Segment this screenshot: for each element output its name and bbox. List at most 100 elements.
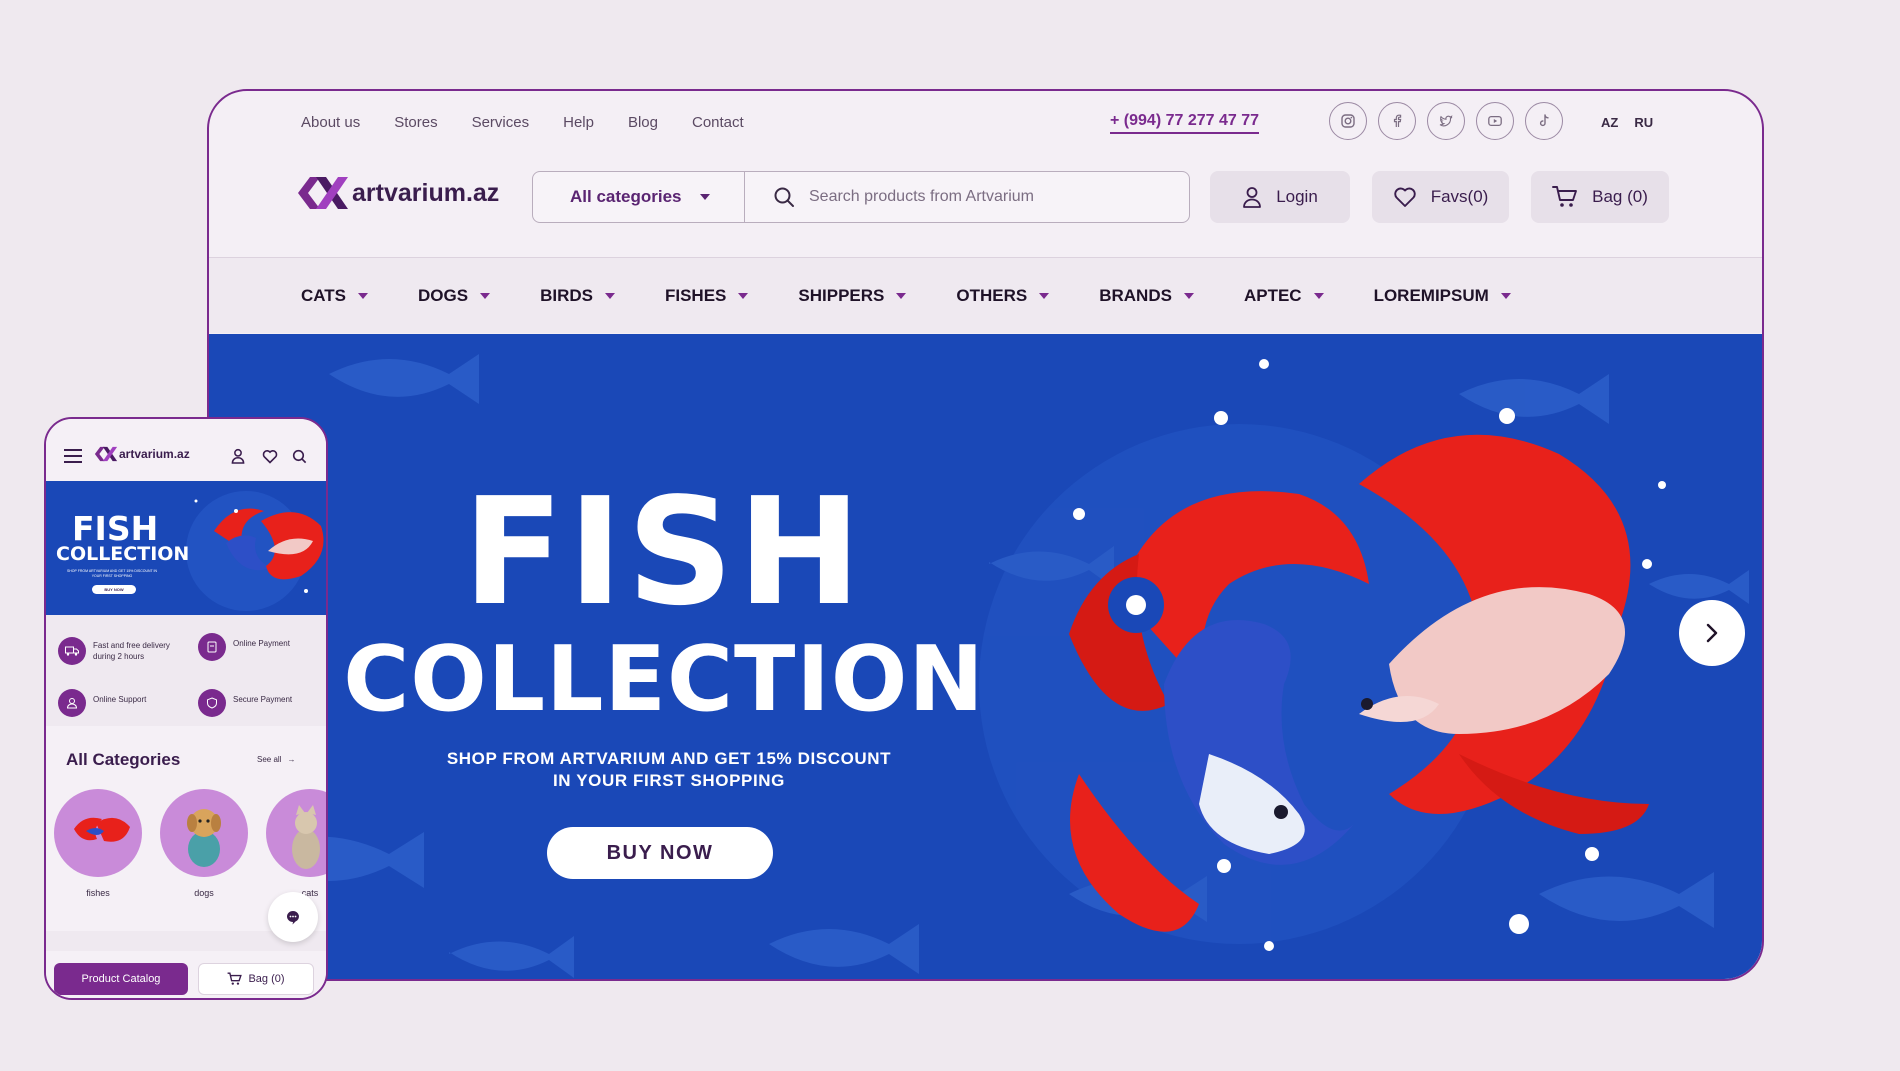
cat-image <box>292 805 320 869</box>
nav-label: BIRDS <box>540 285 593 305</box>
nav-label: BRANDS <box>1099 285 1172 305</box>
nav-label: DOGS <box>418 285 469 305</box>
nav-label: OTHERS <box>956 285 1028 305</box>
lang-ru[interactable]: RU <box>1634 115 1653 130</box>
category-card-fishes[interactable] <box>54 789 142 877</box>
mobile-footer-bar: Product Catalog Bag (0) <box>46 951 326 998</box>
chevron-down-icon <box>480 292 491 299</box>
heart-icon[interactable] <box>262 449 278 464</box>
menu-icon[interactable] <box>64 449 82 463</box>
fish-image <box>74 817 130 842</box>
see-all-label: See all <box>257 755 282 764</box>
mobile-hero-subtitle: SHOP FROM ARTVARIUM AND GET 15% DISCOUNT… <box>66 569 158 578</box>
phone-link[interactable]: + (994) 77 277 47 77 <box>1110 112 1260 134</box>
chevron-down-icon <box>604 292 615 299</box>
nav-label: FISHES <box>664 285 727 305</box>
top-link-contact[interactable]: Contact <box>692 114 744 131</box>
category-label-fishes: fishes <box>86 888 110 898</box>
desktop-frame: About us Stores Services Help Blog Conta… <box>207 89 1764 981</box>
mobile-buy-now-button[interactable]: BUY NOW <box>92 585 136 594</box>
top-link-blog[interactable]: Blog <box>628 114 658 131</box>
top-link-services[interactable]: Services <box>472 114 530 131</box>
category-card-cats[interactable] <box>266 789 326 877</box>
logo[interactable]: artvarium.az <box>296 173 499 213</box>
hero-subtitle-line2: IN YOUR FIRST SHOPPING <box>552 771 786 790</box>
cart-icon <box>228 972 243 985</box>
mobile-frame: artvarium.az FISH COLLECTION SHOP FROM A… <box>44 417 328 1000</box>
carousel-next-button[interactable] <box>1679 600 1745 666</box>
hero-title-line2: COLLECTION <box>343 626 985 732</box>
hero-banner: FISH COLLECTION SHOP FROM ARTVARIUM AND … <box>209 334 1762 979</box>
see-all-link[interactable]: See all → <box>257 755 295 764</box>
nav-item-birds[interactable]: BIRDS <box>540 286 615 306</box>
bag-button[interactable]: Bag (0) <box>1531 171 1669 223</box>
category-label-dogs: dogs <box>194 888 214 898</box>
nav-label: SHIPPERS <box>798 285 885 305</box>
logo-mark-icon <box>298 177 348 209</box>
hero-title: FISH COLLECTION <box>339 478 989 732</box>
shield-icon <box>198 689 226 717</box>
search-bar: All categories <box>532 171 1190 223</box>
buy-now-button[interactable]: BUY NOW <box>547 827 773 879</box>
nav-item-aptec[interactable]: APTEC <box>1244 286 1324 306</box>
arrow-right-icon: → <box>287 755 296 764</box>
facebook-icon[interactable] <box>1378 102 1416 140</box>
chevron-down-icon <box>1039 292 1050 299</box>
category-card-dogs[interactable] <box>160 789 248 877</box>
chevron-down-icon <box>1500 292 1511 299</box>
language-switcher: AZ RU <box>1601 115 1653 130</box>
nav-item-cats[interactable]: CATS <box>301 286 369 306</box>
section-title: All Categories <box>66 750 181 769</box>
top-link-stores[interactable]: Stores <box>394 114 437 131</box>
chevron-down-icon <box>1183 292 1194 299</box>
top-links: About us Stores Services Help Blog Conta… <box>301 114 744 131</box>
chevron-down-icon <box>699 194 710 200</box>
login-label: Login <box>1276 187 1318 206</box>
category-select-label: All categories <box>570 187 682 206</box>
mobile-hero-banner[interactable]: FISH COLLECTION SHOP FROM ARTVARIUM AND … <box>46 481 326 615</box>
category-select[interactable]: All categories <box>533 172 745 222</box>
mobile-logo[interactable]: artvarium.az <box>94 445 190 463</box>
top-link-help[interactable]: Help <box>563 114 594 131</box>
category-nav: CATS DOGS BIRDS FISHES SHIPPERS OTHERS B… <box>209 257 1762 333</box>
mobile-hero-title-line2: COLLECTION <box>56 543 190 565</box>
social-links <box>1329 102 1563 140</box>
nav-item-others[interactable]: OTHERS <box>956 285 1050 306</box>
product-catalog-button[interactable]: Product Catalog <box>54 963 188 995</box>
truck-icon <box>58 637 86 665</box>
nav-item-brands[interactable]: BRANDS <box>1099 286 1194 306</box>
main-header: artvarium.az All categories Login Favs(0… <box>209 161 1762 227</box>
lang-az[interactable]: AZ <box>1601 115 1618 130</box>
top-link-about[interactable]: About us <box>301 114 360 131</box>
hero-subtitle: SHOP FROM ARTVARIUM AND GET 15% DISCOUNT… <box>389 748 949 792</box>
chat-icon <box>287 911 300 925</box>
dog-image <box>187 809 221 867</box>
search-field <box>745 172 1189 222</box>
chevron-down-icon <box>738 292 749 299</box>
search-icon[interactable] <box>292 449 307 464</box>
twitter-icon[interactable] <box>1427 102 1465 140</box>
feature-label: Fast and free delivery during 2 hours <box>93 641 170 661</box>
search-icon <box>774 187 794 207</box>
nav-item-loremipsum[interactable]: LOREMIPSUM <box>1374 286 1511 306</box>
tiktok-icon[interactable] <box>1525 102 1563 140</box>
chat-button[interactable] <box>268 892 318 942</box>
favs-button[interactable]: Favs(0) <box>1372 171 1509 223</box>
favs-label: Favs(0) <box>1430 187 1489 206</box>
nav-label: APTEC <box>1243 285 1302 305</box>
user-icon[interactable] <box>231 448 245 464</box>
nav-item-shippers[interactable]: SHIPPERS <box>798 285 907 306</box>
youtube-icon[interactable] <box>1476 102 1514 140</box>
chevron-down-icon <box>896 292 907 299</box>
nav-item-fishes[interactable]: FISHES <box>664 285 749 306</box>
instagram-icon[interactable] <box>1329 102 1367 140</box>
feature-online-support: Online Support <box>58 689 178 717</box>
search-input[interactable] <box>809 188 1139 206</box>
chevron-down-icon <box>1313 292 1324 299</box>
logo-text: artvarium.az <box>352 178 500 207</box>
nav-item-dogs[interactable]: DOGS <box>418 285 491 306</box>
mobile-bag-button[interactable]: Bag (0) <box>198 963 314 995</box>
bag-label: Bag (0) <box>1592 187 1648 206</box>
login-button[interactable]: Login <box>1210 171 1350 223</box>
mobile-logo-text: artvarium.az <box>119 447 190 461</box>
